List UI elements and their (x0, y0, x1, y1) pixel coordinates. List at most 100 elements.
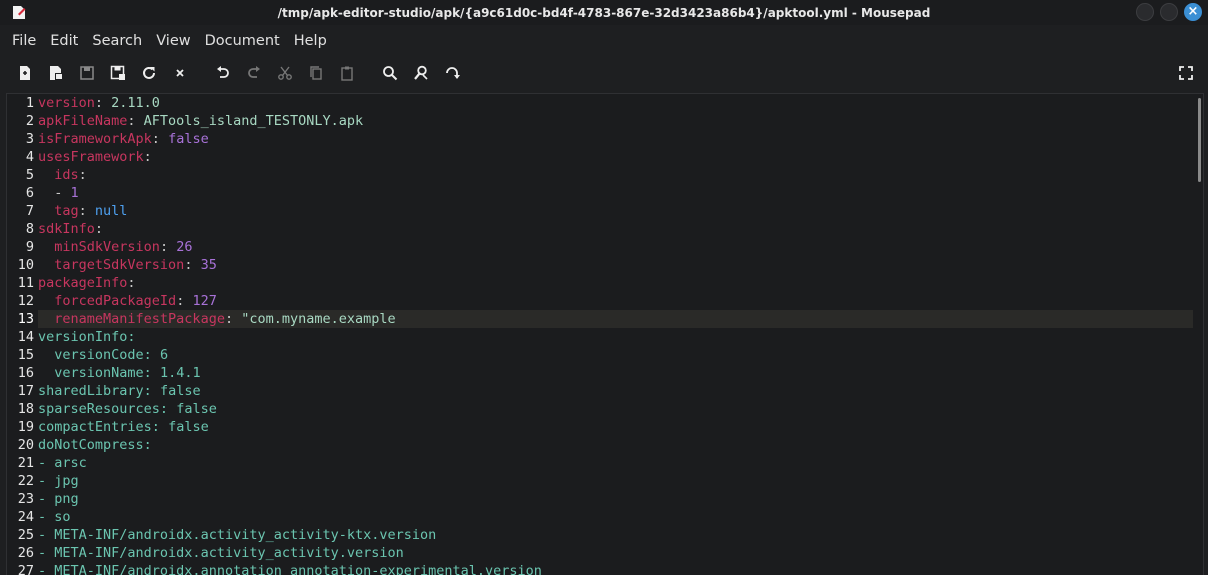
code-line[interactable]: compactEntries: false (38, 418, 1193, 436)
code-line[interactable]: targetSdkVersion: 35 (38, 256, 1193, 274)
yaml-separator: : (224, 311, 242, 327)
yaml-key: - (38, 509, 55, 525)
cut-button[interactable] (269, 60, 300, 86)
mousepad-app-icon (13, 6, 26, 19)
code-line[interactable]: - so (38, 508, 1193, 526)
yaml-key: tag (54, 203, 79, 219)
menu-help[interactable]: Help (287, 33, 334, 49)
close-document-button[interactable] (164, 60, 195, 86)
code-line[interactable]: sharedLibrary: false (38, 382, 1193, 400)
code-line[interactable]: versionInfo: (38, 328, 1193, 346)
fullscreen-button[interactable] (1178, 65, 1194, 81)
code-line[interactable]: isFrameworkApk: false (38, 130, 1193, 148)
yaml-separator: : (159, 239, 177, 255)
yaml-value: 26 (176, 239, 193, 255)
code-line[interactable]: versionName: 1.4.1 (38, 364, 1193, 382)
vertical-scrollbar[interactable] (1198, 98, 1201, 182)
code-line[interactable]: ids: (38, 166, 1193, 184)
yaml-separator: : (176, 293, 193, 309)
yaml-separator: : (78, 203, 95, 219)
new-document-button[interactable] (9, 60, 40, 86)
yaml-value: png (54, 491, 79, 507)
yaml-key: - (38, 491, 55, 507)
code-line[interactable]: - META-INF/androidx.annotation_annotatio… (38, 562, 1193, 575)
line-number: 10 (17, 257, 34, 273)
code-line[interactable]: usesFramework: (38, 148, 1193, 166)
code-line[interactable]: apkFileName: AFTools_island_TESTONLY.apk (38, 112, 1193, 130)
code-line[interactable]: - arsc (38, 454, 1193, 472)
redo-button[interactable] (238, 60, 269, 86)
code-line[interactable]: - META-INF/androidx.activity_activity.ve… (38, 544, 1193, 562)
line-number: 4 (25, 149, 34, 165)
yaml-value: META-INF/androidx.activity_activity-ktx.… (54, 527, 437, 543)
line-number: 18 (17, 401, 34, 417)
yaml-separator: : (143, 365, 160, 381)
code-line[interactable]: versionCode: 6 (38, 346, 1193, 364)
line-number: 15 (17, 347, 34, 363)
yaml-separator: : (94, 221, 104, 237)
code-line[interactable]: packageInfo: (38, 274, 1193, 292)
code-line[interactable]: forcedPackageId: 127 (38, 292, 1193, 310)
code-line[interactable]: - jpg (38, 472, 1193, 490)
yaml-separator: : (143, 347, 160, 363)
line-number: 5 (25, 167, 34, 183)
yaml-value: 6 (159, 347, 169, 363)
find-replace-button[interactable] (405, 60, 436, 86)
save-button[interactable] (71, 60, 102, 86)
code-line[interactable]: - META-INF/androidx.activity_activity-kt… (38, 526, 1193, 544)
goto-line-button[interactable] (436, 60, 467, 86)
menu-edit[interactable]: Edit (43, 33, 85, 49)
yaml-key: minSdkVersion (54, 239, 160, 255)
code-line[interactable]: version: 2.11.0 (38, 94, 1193, 112)
code-line[interactable]: tag: null (38, 202, 1193, 220)
goto-icon (445, 67, 460, 79)
line-number: 12 (17, 293, 34, 309)
yaml-key: sdkInfo (38, 221, 95, 237)
yaml-separator: : (143, 437, 152, 453)
yaml-key: - (38, 455, 55, 471)
line-number: 14 (17, 329, 34, 345)
paste-button[interactable] (331, 60, 362, 86)
text-editor[interactable]: 1 2 3 4 5 6 7 8 9 10 11 12 13 14 15 16 17 18 19 20 21 22 23 24 2… (6, 93, 1204, 575)
title-bar: /tmp/apk-editor-studio/apk/{a9c61d0c-bd4… (0, 0, 1208, 25)
menu-view[interactable]: View (149, 33, 197, 49)
reload-button[interactable] (133, 60, 164, 86)
code-area[interactable]: version: 2.11.0 apkFileName: AFTools_isla… (38, 94, 1193, 575)
yaml-separator: : (143, 149, 152, 165)
yaml-key: targetSdkVersion (54, 257, 185, 273)
save-as-button[interactable] (102, 60, 133, 86)
line-number: 24 (17, 509, 34, 525)
menu-search[interactable]: Search (85, 33, 149, 49)
new-window-icon (49, 66, 63, 80)
code-line[interactable]: - 1 (38, 184, 1193, 202)
code-line[interactable]: doNotCompress: (38, 436, 1193, 454)
yaml-value: arsc (54, 455, 87, 471)
maximize-button[interactable] (1160, 3, 1178, 21)
copy-button[interactable] (300, 60, 331, 86)
yaml-value: 35 (200, 257, 217, 273)
replace-icon (413, 65, 428, 80)
search-button[interactable] (374, 60, 405, 86)
menu-document[interactable]: Document (198, 33, 287, 49)
close-window-button[interactable]: × (1184, 3, 1202, 21)
code-line[interactable]: sparseResources: false (38, 400, 1193, 418)
yaml-value: so (54, 509, 71, 525)
menu-file[interactable]: File (0, 33, 43, 49)
yaml-value: AFTools_island_TESTONLY.apk (143, 113, 364, 129)
yaml-value: 127 (192, 293, 217, 309)
yaml-key: compactEntries (38, 419, 152, 435)
new-window-button[interactable] (40, 60, 71, 86)
line-number: 25 (17, 527, 34, 543)
yaml-separator: : (78, 167, 87, 183)
code-line[interactable]: minSdkVersion: 26 (38, 238, 1193, 256)
yaml-value: META-INF/androidx.annotation_annotation-… (54, 563, 542, 575)
line-number: 3 (25, 131, 34, 147)
code-line[interactable]: renameManifestPackage: "com.myname.examp… (38, 310, 1193, 328)
code-line[interactable]: - png (38, 490, 1193, 508)
save-as-icon (110, 65, 125, 80)
minimize-button[interactable] (1136, 3, 1154, 21)
yaml-separator: : (159, 401, 177, 417)
undo-button[interactable] (207, 60, 238, 86)
paste-icon (340, 66, 353, 81)
code-line[interactable]: sdkInfo: (38, 220, 1193, 238)
